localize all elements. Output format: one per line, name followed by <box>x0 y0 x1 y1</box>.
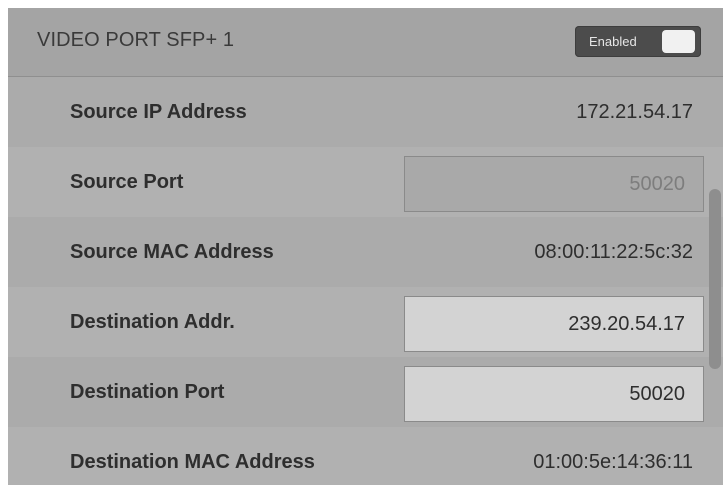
toggle-label: Enabled <box>589 34 637 49</box>
vertical-scrollbar[interactable] <box>709 189 721 369</box>
row-destination-mac: Destination MAC Address 01:00:5e:14:36:1… <box>8 427 723 485</box>
row-source-mac: Source MAC Address 08:00:11:22:5c:32 <box>8 217 723 287</box>
toggle-knob <box>662 30 695 53</box>
row-source-ip: Source IP Address 172.21.54.17 <box>8 77 723 147</box>
destination-port-field[interactable] <box>404 366 704 422</box>
source-mac-label: Source MAC Address <box>70 241 274 263</box>
row-destination-addr: Destination Addr. <box>8 287 723 357</box>
enabled-toggle[interactable]: Enabled <box>575 26 701 57</box>
source-mac-value: 08:00:11:22:5c:32 <box>534 241 693 263</box>
source-port-label: Source Port <box>70 171 184 193</box>
panel-title: VIDEO PORT SFP+ 1 <box>37 29 235 51</box>
source-ip-value: 172.21.54.17 <box>576 101 693 123</box>
row-destination-port: Destination Port <box>8 357 723 427</box>
row-source-port: Source Port <box>8 147 723 217</box>
destination-mac-value: 01:00:5e:14:36:11 <box>533 451 693 473</box>
destination-port-label: Destination Port <box>70 381 225 403</box>
destination-addr-label: Destination Addr. <box>70 311 235 333</box>
video-port-panel: VIDEO PORT SFP+ 1 Enabled Source IP Addr… <box>8 8 723 485</box>
source-port-field <box>404 156 704 212</box>
destination-addr-field[interactable] <box>404 296 704 352</box>
panel-header: VIDEO PORT SFP+ 1 Enabled <box>8 8 723 77</box>
source-ip-label: Source IP Address <box>70 101 247 123</box>
destination-mac-label: Destination MAC Address <box>70 451 315 473</box>
